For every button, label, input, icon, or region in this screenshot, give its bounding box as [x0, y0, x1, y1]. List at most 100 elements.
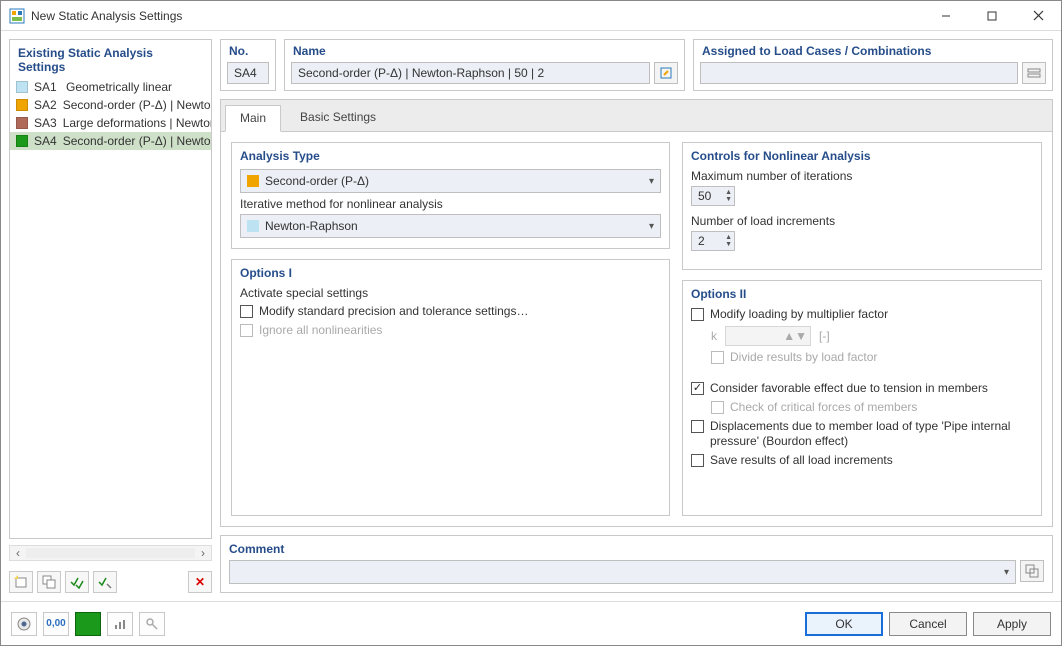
divide-results-checkbox: [711, 351, 724, 364]
chevron-down-icon: ▾: [649, 221, 654, 232]
tabstrip: Main Basic Settings: [221, 100, 1052, 132]
assigned-label: Assigned to Load Cases / Combinations: [694, 40, 1052, 58]
uncheck-all-button[interactable]: [93, 571, 117, 593]
modify-precision-label: Modify standard precision and tolerance …: [259, 304, 528, 319]
iter-method-swatch: [247, 220, 259, 232]
apply-button[interactable]: Apply: [973, 612, 1051, 636]
tab-main[interactable]: Main: [225, 105, 281, 132]
name-edit-button[interactable]: [654, 62, 678, 84]
options1-title: Options I: [240, 266, 661, 280]
assigned-input[interactable]: [700, 62, 1018, 84]
analysis-type-swatch: [247, 175, 259, 187]
displacements-checkbox[interactable]: [691, 420, 704, 433]
minimize-button[interactable]: [923, 1, 969, 30]
close-button[interactable]: [1015, 1, 1061, 30]
list-item[interactable]: SA2Second-order (P-Δ) | Newton-R: [10, 96, 211, 114]
tab-basic-settings[interactable]: Basic Settings: [285, 104, 391, 131]
maximize-button[interactable]: [969, 1, 1015, 30]
iter-method-label: Iterative method for nonlinear analysis: [240, 197, 661, 211]
units-button[interactable]: 0,00: [43, 612, 69, 636]
list-item-id: SA1: [34, 80, 60, 94]
color-swatch: [16, 117, 28, 129]
copy-button[interactable]: [37, 571, 61, 593]
comment-library-button[interactable]: [1020, 560, 1044, 582]
analysis-type-value: Second-order (P-Δ): [265, 174, 369, 188]
color-swatch: [16, 81, 28, 93]
app-icon: [9, 8, 25, 24]
spinner-arrows-icon[interactable]: ▲▼: [725, 189, 732, 203]
activate-settings-label: Activate special settings: [240, 286, 661, 300]
scroll-left-icon[interactable]: ‹: [10, 546, 26, 560]
modify-loading-row[interactable]: Modify loading by multiplier factor: [691, 307, 1033, 322]
help-button[interactable]: [11, 612, 37, 636]
list-item[interactable]: SA1 Geometrically linear: [10, 78, 211, 96]
assigned-browse-button[interactable]: [1022, 62, 1046, 84]
scroll-right-icon[interactable]: ›: [195, 546, 211, 560]
max-iter-label: Maximum number of iterations: [691, 169, 1033, 183]
scroll-track[interactable]: [26, 548, 195, 558]
chart-button[interactable]: [107, 612, 133, 636]
favorable-row[interactable]: Consider favorable effect due to tension…: [691, 381, 1033, 396]
save-results-row[interactable]: Save results of all load increments: [691, 453, 1033, 468]
dialog-footer: 0,00 OK Cancel Apply: [1, 601, 1061, 645]
spinner-arrows-icon[interactable]: ▲▼: [725, 234, 732, 248]
comment-title: Comment: [229, 542, 1044, 556]
favorable-label: Consider favorable effect due to tension…: [710, 381, 988, 396]
name-field-box: Name Second-order (P-Δ) | Newton-Raphson…: [284, 39, 685, 91]
controls-section: Controls for Nonlinear Analysis Maximum …: [682, 142, 1042, 270]
load-incr-label: Number of load increments: [691, 214, 1033, 228]
ignore-nl-label: Ignore all nonlinearities: [259, 323, 382, 338]
list-item-id: SA3: [34, 116, 57, 130]
load-incr-value: 2: [698, 234, 705, 248]
new-button[interactable]: [9, 571, 33, 593]
list-item-name: Large deformations | Newton-: [63, 116, 211, 130]
list-item[interactable]: SA4 Second-order (P-Δ) | Newton-R: [10, 132, 211, 150]
modify-precision-row[interactable]: Modify standard precision and tolerance …: [240, 304, 661, 319]
options1-section: Options I Activate special settings Modi…: [231, 259, 670, 516]
modify-loading-checkbox[interactable]: [691, 308, 704, 321]
modify-precision-checkbox[interactable]: [240, 305, 253, 318]
tabs-area: Main Basic Settings Analysis Type Second…: [220, 99, 1053, 527]
delete-button[interactable]: ✕: [188, 571, 212, 593]
existing-settings-title: Existing Static Analysis Settings: [10, 40, 211, 78]
tab-body: Analysis Type Second-order (P-Δ) ▾ Itera…: [221, 132, 1052, 526]
window-buttons: [923, 1, 1061, 30]
existing-settings-list[interactable]: SA1Geometrically linearSA2Second-order (…: [10, 78, 211, 538]
k-label: k: [711, 329, 717, 343]
iter-method-combo[interactable]: Newton-Raphson ▾: [240, 214, 661, 238]
load-incr-spinner[interactable]: 2 ▲▼: [691, 231, 735, 251]
k-spinner: ▲▼: [725, 326, 811, 346]
comment-combo[interactable]: ▾: [229, 560, 1016, 584]
chevron-down-icon: ▾: [1004, 567, 1009, 578]
color-swatch: [16, 135, 28, 147]
assigned-field-box: Assigned to Load Cases / Combinations: [693, 39, 1053, 91]
name-input[interactable]: Second-order (P-Δ) | Newton-Raphson | 50…: [291, 62, 650, 84]
list-item-id: SA2: [34, 98, 57, 112]
displacements-label: Displacements due to member load of type…: [710, 419, 1033, 449]
k-factor-row: k ▲▼ [-]: [711, 326, 1033, 346]
list-item-name: Geometrically linear: [66, 80, 172, 94]
max-iter-value: 50: [698, 189, 711, 203]
spinner-arrows-icon: ▲▼: [783, 329, 807, 343]
horizontal-scrollbar[interactable]: ‹ ›: [9, 545, 212, 561]
cancel-button[interactable]: Cancel: [889, 612, 967, 636]
check-all-button[interactable]: [65, 571, 89, 593]
key-button[interactable]: [139, 612, 165, 636]
controls-title: Controls for Nonlinear Analysis: [691, 149, 1033, 163]
list-item-name: Second-order (P-Δ) | Newton-R: [63, 134, 211, 148]
check-crit-checkbox: [711, 401, 724, 414]
no-input[interactable]: SA4: [227, 62, 269, 84]
list-item-id: SA4: [34, 134, 57, 148]
max-iter-spinner[interactable]: 50 ▲▼: [691, 186, 735, 206]
existing-settings-panel: Existing Static Analysis Settings SA1 Geo…: [9, 39, 212, 539]
modify-loading-label: Modify loading by multiplier factor: [710, 307, 888, 322]
ok-button[interactable]: OK: [805, 612, 883, 636]
save-results-checkbox[interactable]: [691, 454, 704, 467]
color-button[interactable]: [75, 612, 101, 636]
color-swatch: [16, 99, 28, 111]
list-item[interactable]: SA3 Large deformations | Newton-: [10, 114, 211, 132]
favorable-checkbox[interactable]: [691, 382, 704, 395]
analysis-type-combo[interactable]: Second-order (P-Δ) ▾: [240, 169, 661, 193]
displacements-row[interactable]: Displacements due to member load of type…: [691, 419, 1033, 449]
check-crit-label: Check of critical forces of members: [730, 400, 917, 415]
